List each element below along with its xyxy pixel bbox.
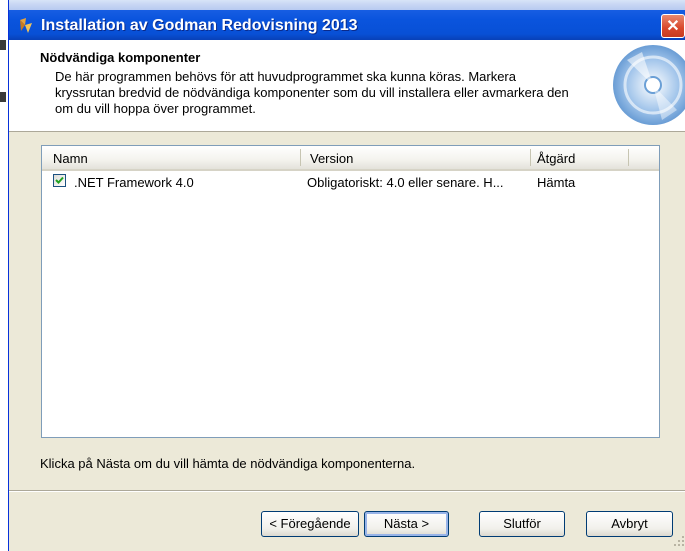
component-action: Hämta	[537, 175, 576, 190]
setup-disc-icon	[613, 45, 685, 125]
checkmark-icon	[55, 176, 64, 184]
background-artifact	[0, 92, 6, 102]
column-header-action[interactable]: Åtgärd	[537, 151, 575, 166]
background-artifact	[0, 40, 6, 50]
title-bar[interactable]: Installation av Godman Redovisning 2013 …	[9, 0, 685, 40]
close-icon: ✕	[666, 18, 680, 35]
component-checkbox[interactable]	[53, 174, 66, 187]
page-description: De här programmen behövs för att huvudpr…	[55, 69, 569, 116]
installer-icon	[17, 17, 35, 35]
window-title: Installation av Godman Redovisning 2013	[41, 17, 358, 34]
resize-grip-icon[interactable]	[673, 535, 685, 547]
column-header-version[interactable]: Version	[310, 151, 353, 166]
footer-divider	[9, 490, 685, 492]
page-title: Nödvändiga komponenter	[40, 50, 201, 65]
instruction-text: Klicka på Nästa om du vill hämta de nödv…	[40, 456, 416, 471]
component-version: Obligatoriskt: 4.0 eller senare. H...	[307, 175, 504, 190]
column-divider[interactable]	[530, 149, 531, 166]
list-item[interactable]: .NET Framework 4.0 Obligatoriskt: 4.0 el…	[42, 171, 659, 193]
close-button[interactable]: ✕	[661, 14, 685, 38]
finish-button[interactable]: Slutför	[479, 511, 565, 537]
back-button[interactable]: < Föregående	[261, 511, 359, 537]
next-button[interactable]: Nästa >	[364, 511, 449, 537]
components-list[interactable]: Namn Version Åtgärd .NET Framework 4.0 O…	[41, 145, 660, 438]
title-bar-top-strip	[9, 0, 685, 10]
column-divider[interactable]	[300, 149, 301, 166]
cancel-button[interactable]: Avbryt	[586, 511, 673, 537]
wizard-header: Nödvändiga komponenter De här programmen…	[9, 40, 685, 132]
list-header: Namn Version Åtgärd	[42, 146, 659, 171]
component-name: .NET Framework 4.0	[74, 175, 194, 190]
installer-window: Installation av Godman Redovisning 2013 …	[8, 0, 685, 551]
column-divider[interactable]	[628, 149, 629, 166]
column-header-name[interactable]: Namn	[53, 151, 88, 166]
